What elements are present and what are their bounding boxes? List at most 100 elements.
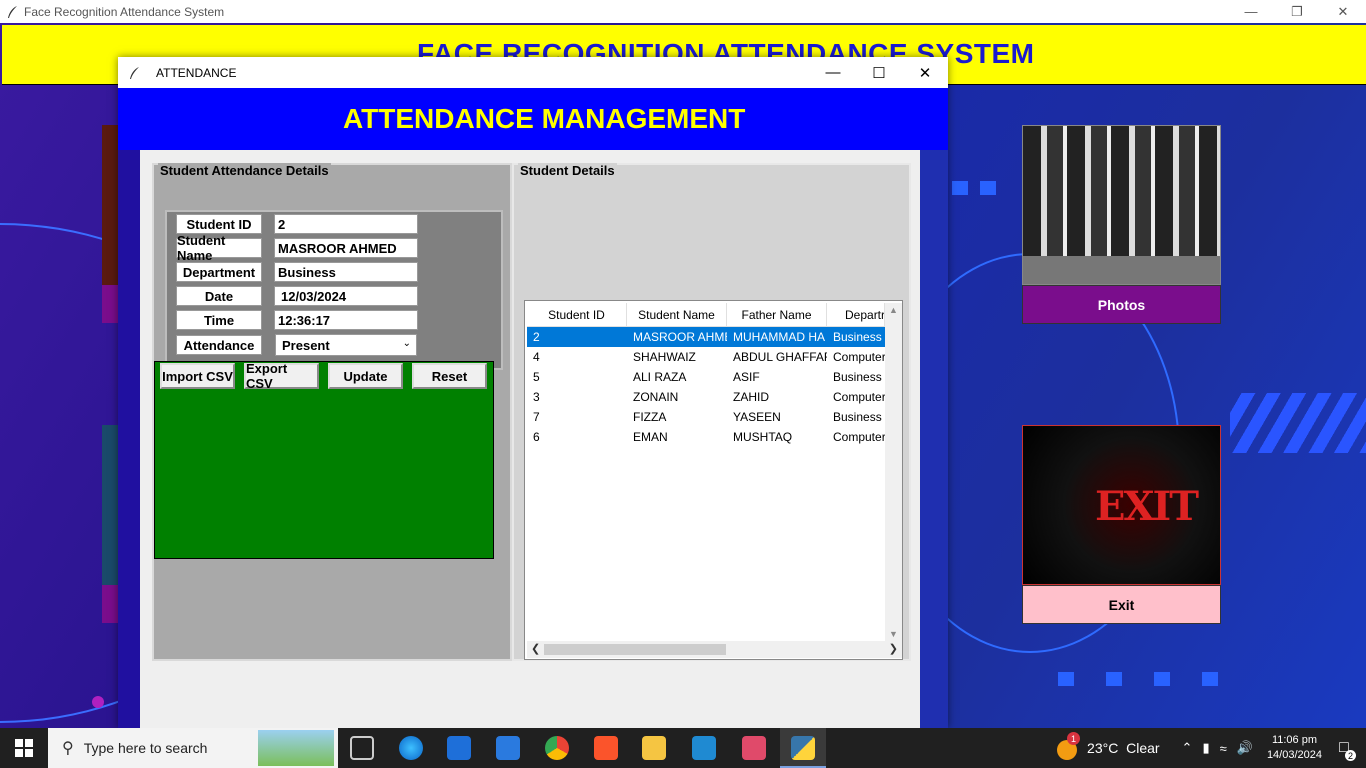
chevron-up-icon[interactable]: ⌃ [1182,740,1193,756]
dialog-maximize-button[interactable]: ☐ [856,57,902,88]
table-cell: Business [833,410,882,424]
column-header[interactable]: Father Name [727,303,827,327]
weather-icon[interactable]: 1 [1055,732,1081,760]
exit-image[interactable]: EXIT [1022,425,1221,585]
student-id-field[interactable]: 2 [274,214,418,234]
table-cell: ALI RAZA [633,370,687,384]
student-id-label: Student ID [176,214,262,234]
table-cell: EMAN [633,430,668,444]
export-csv-button[interactable]: Export CSV [244,361,319,391]
update-button[interactable]: Update [328,363,403,389]
table-row[interactable]: 7 FIZZA YASEEN Business [527,407,885,427]
table-body: 2 MASROOR AHME MUHAMMAD HA Business 4 SH… [527,327,885,447]
table-cell: Computer [833,350,885,364]
mail-icon[interactable] [496,736,520,760]
brave-icon[interactable] [594,736,618,760]
vertical-scrollbar[interactable]: ▲ ▼ [885,303,902,641]
feather-icon [130,66,139,79]
student-name-field[interactable]: MASROOR AHMED [274,238,418,258]
brave-beta-icon[interactable] [742,736,766,760]
weather-text[interactable]: 23°C Clear [1087,740,1160,756]
notification-center[interactable]: □ 2 [1322,728,1366,768]
table-row[interactable]: 5 ALI RAZA ASIF Business [527,367,885,387]
weather-badge: 1 [1067,732,1081,745]
button-area [154,361,494,559]
taskbar-search[interactable]: ⚲ Type here to search [48,728,338,768]
table-row[interactable]: 6 EMAN MUSHTAQ Computer [527,427,885,447]
battery-icon[interactable]: ▮ [1202,740,1209,756]
table-cell: Business [833,370,882,384]
decorative-square [1106,672,1122,686]
dialog-header-title: ATTENDANCE MANAGEMENT [343,103,746,134]
horizontal-scrollbar[interactable]: ❮ ❯ [527,641,902,658]
department-label: Department [176,262,262,282]
exit-sign-icon: EXIT [1095,483,1199,530]
restore-button[interactable]: ❐ [1274,0,1320,23]
vscode-icon[interactable] [692,736,716,760]
attendance-select-value: Present [282,337,330,353]
exit-button[interactable]: Exit [1022,585,1221,624]
scroll-down-icon[interactable]: ▼ [889,629,898,639]
store-icon[interactable] [447,736,471,760]
date-field[interactable]: 12/03/2024 [274,286,418,306]
scroll-up-icon[interactable]: ▲ [889,305,898,315]
decorative-square [952,181,968,195]
start-button[interactable] [0,728,48,768]
close-button[interactable]: ✕ [1320,0,1366,23]
dialog-close-button[interactable]: ✕ [902,57,948,88]
scroll-left-icon[interactable]: ❮ [531,642,540,655]
table-row[interactable]: 4 SHAHWAIZ ABDUL GHAFFAR Computer [527,347,885,367]
main-window-titlebar[interactable]: Face Recognition Attendance System — ❐ ✕ [0,0,1366,23]
feather-icon [8,5,17,18]
edge-icon[interactable] [399,736,423,760]
taskbar: ⚲ Type here to search 1 23°C Clear ⌃ ▮ ≈… [0,728,1366,768]
volume-icon[interactable]: 🔊 [1237,740,1253,756]
table-cell: YASEEN [733,410,781,424]
import-csv-button[interactable]: Import CSV [160,363,235,389]
table-header: Student ID Student Name Father Name Depa… [527,303,885,327]
reset-button[interactable]: Reset [412,363,487,389]
table-cell: 2 [533,330,540,344]
attendance-select[interactable]: Present ⌄ [275,334,417,356]
table-cell: 5 [533,370,540,384]
column-header[interactable]: Student Name [627,303,727,327]
chrome-icon[interactable] [545,736,569,760]
table-row[interactable]: 2 MASROOR AHME MUHAMMAD HA Business [527,327,885,347]
dialog-title: ATTENDANCE [156,65,237,80]
scrollbar-thumb[interactable] [544,644,726,655]
table-cell: 3 [533,390,540,404]
table-cell: Computer [833,390,885,404]
task-view-icon[interactable] [350,736,374,760]
table-cell: 7 [533,410,540,424]
clock-date: 14/03/2024 [1266,749,1322,761]
student-table[interactable]: Student ID Student Name Father Name Depa… [524,300,903,660]
wifi-icon[interactable]: ≈ [1220,741,1227,756]
file-explorer-icon[interactable] [642,736,666,760]
table-cell: ABDUL GHAFFAR [733,350,827,364]
dialog-minimize-button[interactable]: — [810,57,856,88]
time-field[interactable]: 12:36:17 [274,310,418,330]
department-field[interactable]: Business [274,262,418,282]
dialog-bg-strip [920,150,948,728]
decorative-square [1058,672,1074,686]
dialog-titlebar[interactable]: ATTENDANCE — ☐ ✕ [118,57,948,88]
photos-image[interactable] [1022,125,1221,285]
attendance-label: Attendance [176,335,262,355]
time-label: Time [176,310,262,330]
clock[interactable]: 11:06 pm 14/03/2024 [1267,733,1322,763]
search-placeholder: Type here to search [83,740,208,756]
notification-count: 2 [1345,750,1356,761]
table-cell: FIZZA [633,410,667,424]
column-header[interactable]: Departr [827,303,885,327]
column-header[interactable]: Student ID [527,303,627,327]
decorative-square [1154,672,1170,686]
clock-time: 11:06 pm [1271,734,1317,746]
python-app-taskbar-button[interactable] [780,728,826,768]
photos-button[interactable]: Photos [1022,285,1221,324]
search-highlight-image [258,730,334,766]
minimize-button[interactable]: — [1228,0,1274,23]
scroll-right-icon[interactable]: ❯ [889,642,898,655]
windows-icon [15,739,33,757]
table-row[interactable]: 3 ZONAIN ZAHID Computer [527,387,885,407]
table-cell: 6 [533,430,540,444]
